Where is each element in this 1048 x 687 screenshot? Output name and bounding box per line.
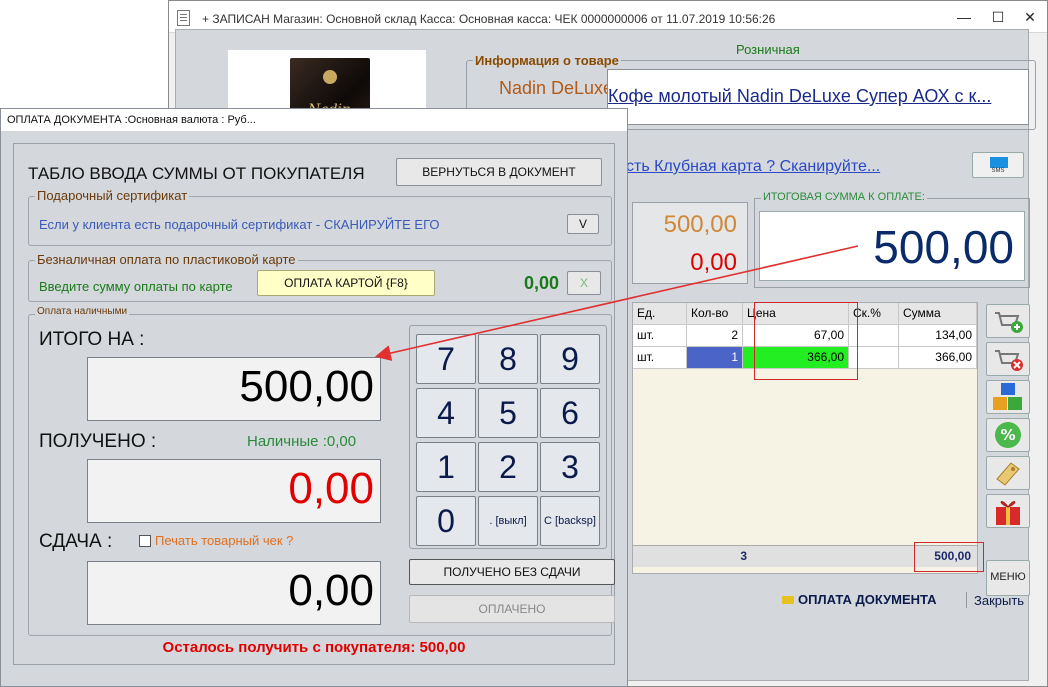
seal-icon [323,70,337,84]
paid-button[interactable]: ОПЛАЧЕНО [409,595,615,623]
cart-remove-icon [995,350,1023,371]
remaining-amount: Осталось получить с покупателя: 500,00 [162,639,466,656]
gift-icon [996,501,1020,525]
gift-button[interactable] [986,494,1030,528]
key-decimal[interactable]: . [выкл] [478,496,538,546]
received-value: 0,00 [288,464,374,513]
key-7[interactable]: 7 [416,334,476,384]
ticket-icon [996,462,1020,486]
add-item-button[interactable] [986,304,1030,338]
key-1[interactable]: 1 [416,442,476,492]
total-display: 500,00 [759,211,1025,281]
card-instructions: Введите сумму оплаты по карте [39,279,233,294]
footer-qty-total: 3 [740,549,747,563]
gift-legend: Подарочный сертификат [35,188,190,203]
total-due-label: ИТОГО НА : [39,329,145,350]
maximize-button[interactable]: ☐ [987,7,1009,27]
print-check-checkbox[interactable] [139,535,151,547]
key-0[interactable]: 0 [416,496,476,546]
product-name-box: Кофе молотый Nadin DeLuxe Супер АОХ с к.… [607,69,1029,125]
card-payment-group: Безналичная оплата по пластиковой карте … [28,252,612,302]
discount-value: 0,00 [690,249,737,276]
payment-panel: ТАБЛО ВВОДА СУММЫ ОТ ПОКУПАТЕЛЯ ВЕРНУТЬС… [13,143,615,665]
club-card-link[interactable]: сть Клубная карта ? Сканируйте... [626,158,880,176]
product-brand: Nadin DeLuxe [498,78,614,98]
received-field[interactable]: 0,00 [87,459,381,523]
back-to-document-button[interactable]: ВЕРНУТЬСЯ В ДОКУМЕНТ [396,158,602,186]
cash-payment-group: Оплата наличными ИТОГО НА : 500,00 ПОЛУЧ… [28,306,615,636]
subtotal-value: 500,00 [663,211,737,238]
col-qty[interactable]: Кол-во [687,303,743,325]
svg-text:%: % [1000,426,1015,444]
change-value: 0,00 [288,566,374,615]
card-legend: Безналичная оплата по пластиковой карте [35,252,298,267]
blocks-icon [993,383,1022,410]
key-6[interactable]: 6 [540,388,600,438]
key-9[interactable]: 9 [540,334,600,384]
numpad: 7 8 9 4 5 6 1 2 3 0 . [выкл] C [backsp] [409,325,607,549]
change-label: СДАЧА : [39,531,113,552]
total-group: ИТОГОВАЯ СУММА К ОПЛАТЕ: 500,00 [754,191,1030,288]
received-label: ПОЛУЧЕНО : [39,431,157,452]
gift-certificate-group: Подарочный сертификат Если у клиента ест… [28,188,612,246]
total-legend: ИТОГОВАЯ СУММА К ОПЛАТЕ: [761,191,927,203]
card-pay-button[interactable]: ОПЛАТА КАРТОЙ {F8} [257,270,435,296]
product-name-link[interactable]: Кофе молотый Nadin DeLuxe Супер АОХ с к.… [608,86,1028,107]
key-3[interactable]: 3 [540,442,600,492]
col-unit[interactable]: Ед. [633,303,687,325]
dialog-title: ОПЛАТА ДОКУМЕНТА :Основная валюта : Руб.… [7,114,256,126]
separator [966,592,967,608]
key-2[interactable]: 2 [478,442,538,492]
product-info-legend: Информация о товаре [473,53,621,68]
key-backspace[interactable]: C [backsp] [540,496,600,546]
total-value: 500,00 [873,221,1014,273]
total-due-field: 500,00 [87,357,381,421]
menu-button[interactable]: МЕНЮ [986,560,1030,596]
key-8[interactable]: 8 [478,334,538,384]
table-cell[interactable]: 2 [687,325,743,347]
sum-box: 500,00 0,00 [632,202,748,284]
sum-highlight-frame [914,542,984,572]
window-title: + ЗАПИСАН Магазин: Основной склад Касса:… [202,12,776,26]
envelope-icon [990,157,1008,168]
table-cell[interactable]: шт. [633,325,687,347]
table-cell-selected[interactable]: 1 [687,347,743,369]
table-cell[interactable]: шт. [633,347,687,369]
col-sum[interactable]: Сумма [899,303,977,325]
gift-expand-button[interactable]: V [567,214,599,234]
key-4[interactable]: 4 [416,388,476,438]
table-cell[interactable]: 366,00 [899,347,977,369]
minimize-button[interactable]: — [953,7,975,27]
right-toolbar: % МЕНЮ [984,302,1032,596]
card-clear-button[interactable]: X [567,271,601,295]
cash-received-label: Наличные :0,00 [247,433,357,450]
coupon-button[interactable] [986,456,1030,490]
document-icon [177,10,190,26]
price-type: Розничная [736,42,800,57]
sms-button[interactable]: SMS [972,152,1024,178]
product-catalog-button[interactable] [986,380,1030,414]
discount-button[interactable]: % [986,418,1030,452]
remove-item-button[interactable] [986,342,1030,376]
close-window-button[interactable]: ✕ [1019,7,1041,27]
key-5[interactable]: 5 [478,388,538,438]
payment-dialog: ОПЛАТА ДОКУМЕНТА :Основная валюта : Руб.… [0,108,628,687]
dialog-title-bar: ОПЛАТА ДОКУМЕНТА :Основная валюта : Руб.… [1,109,627,131]
sms-label: SMS [991,168,1005,174]
price-highlight-frame [754,302,858,380]
print-check-label[interactable]: Печать товарный чек ? [155,533,293,548]
cart-add-icon [995,312,1023,333]
total-due-value: 500,00 [239,362,374,411]
gift-instructions: Если у клиента есть подарочный сертифика… [39,217,440,232]
percent-icon: % [995,422,1021,448]
table-cell[interactable]: 134,00 [899,325,977,347]
close-link[interactable]: Закрыть [974,593,1024,608]
panel-heading: ТАБЛО ВВОДА СУММЫ ОТ ПОКУПАТЕЛЯ [28,164,365,183]
change-field: 0,00 [87,561,381,625]
cash-legend: Оплата наличными [35,306,130,317]
card-amount: 0,00 [523,273,559,293]
received-no-change-button[interactable]: ПОЛУЧЕНО БЕЗ СДАЧИ [409,559,615,585]
pay-document-link[interactable]: ОПЛАТА ДОКУМЕНТА [782,592,937,607]
